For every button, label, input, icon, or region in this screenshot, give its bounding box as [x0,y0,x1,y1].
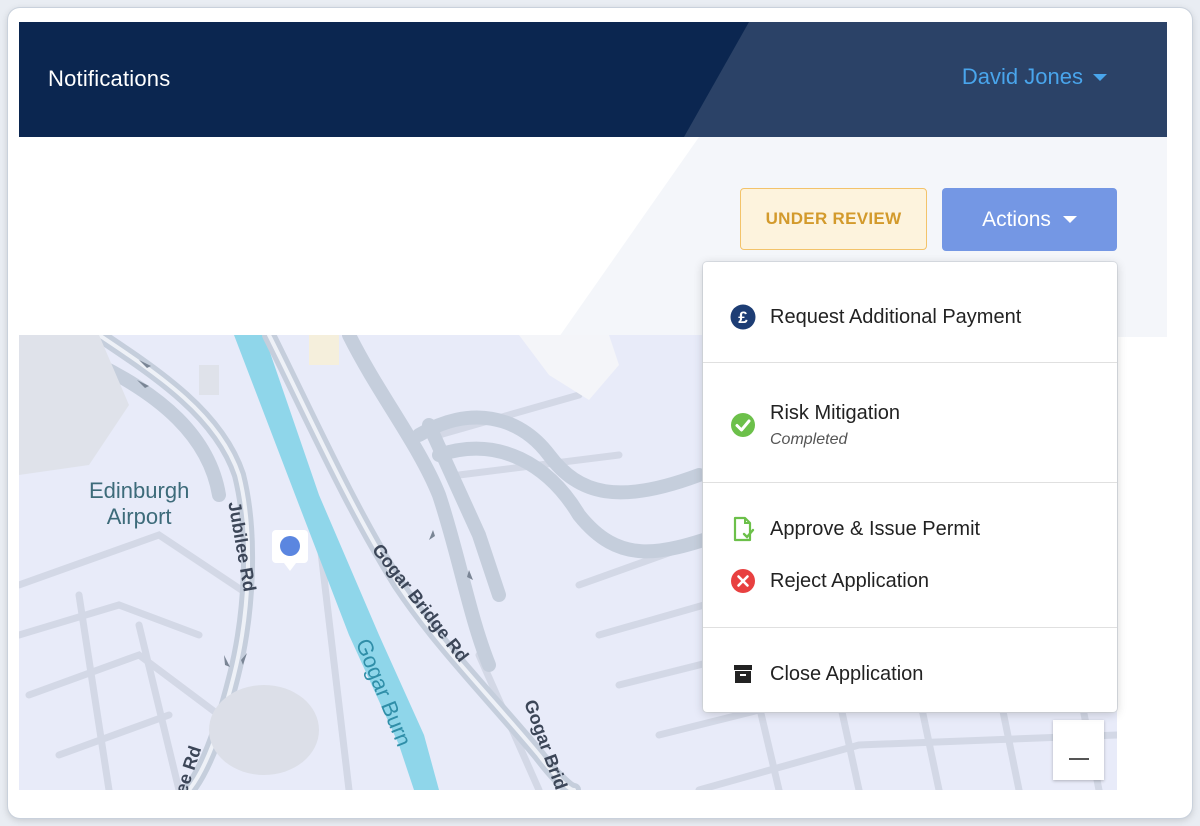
map-label-airport: Edinburgh Airport [89,478,190,529]
menu-item-request-additional-payment[interactable]: £ Request Additional Payment [703,292,1117,342]
menu-item-text: Risk Mitigation Completed [770,402,900,449]
menu-item-close-application[interactable]: Close Application [703,649,1117,699]
x-circle-icon [730,568,756,594]
menu-item-risk-mitigation[interactable]: Risk Mitigation Completed [703,390,1117,460]
actions-button-label: Actions [982,207,1051,231]
top-navigation-bar: Notifications David Jones [19,22,1167,137]
map-zoom-out-button[interactable] [1053,720,1104,780]
minus-icon[interactable] [1068,758,1089,760]
menu-divider [703,482,1117,483]
menu-divider [703,627,1117,628]
page-title[interactable]: Notifications [48,66,170,92]
menu-item-label: Reject Application [770,569,929,592]
menu-item-label: Close Application [770,662,924,685]
actions-dropdown-button[interactable]: Actions [942,188,1117,251]
chevron-down-icon [1062,216,1077,223]
menu-item-label: Approve & Issue Permit [770,517,981,540]
document-check-icon [730,516,756,542]
menu-item-label: Request Additional Payment [770,305,1022,328]
menu-item-label: Risk Mitigation [770,401,901,424]
location-pin-icon [272,530,308,571]
actions-menu: £ Request Additional Payment Risk Mitiga… [703,262,1117,712]
menu-divider [703,362,1117,363]
chevron-down-icon[interactable] [1093,73,1107,81]
status-badge: UNDER REVIEW [740,188,927,250]
user-name[interactable]: David Jones [962,64,1083,90]
check-circle-icon [730,412,756,438]
svg-text:£: £ [738,308,748,327]
menu-item-approve-issue-permit[interactable]: Approve & Issue Permit [703,504,1117,554]
menu-item-reject-application[interactable]: Reject Application [703,556,1117,606]
archive-box-icon [730,661,756,687]
pound-circle-icon: £ [730,304,756,330]
user-menu[interactable]: David Jones [962,64,1107,90]
menu-item-status: Completed [770,430,848,448]
